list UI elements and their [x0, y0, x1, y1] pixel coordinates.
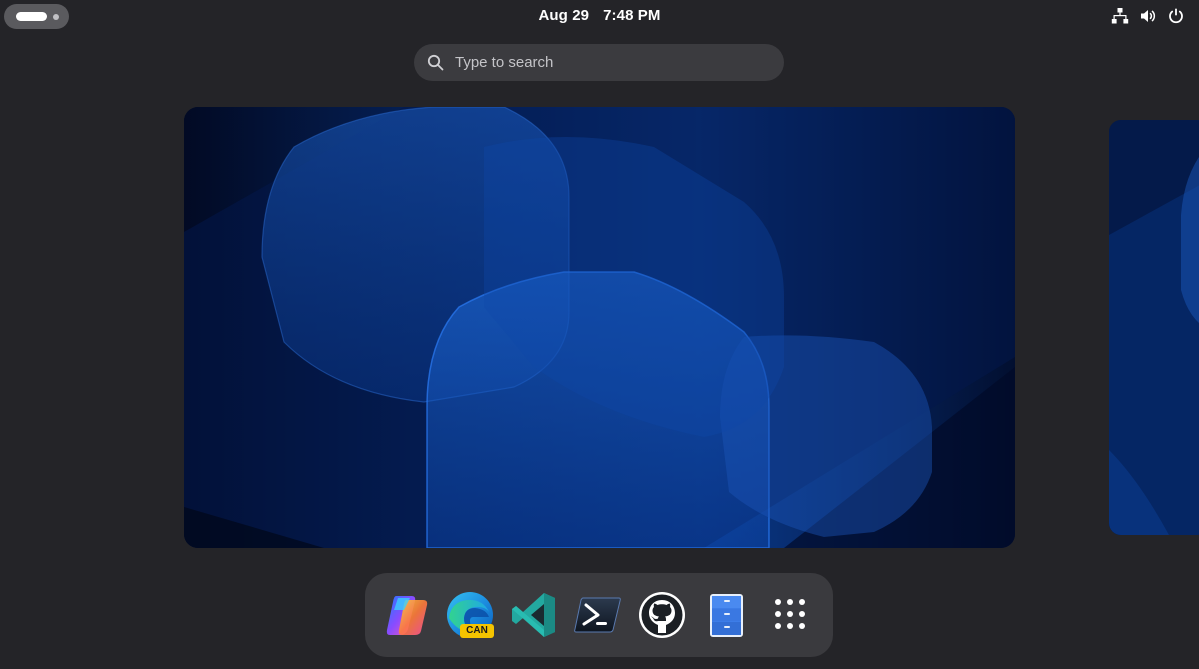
wallpaper-image-next	[1109, 120, 1199, 535]
canary-badge: CAN	[460, 624, 494, 638]
search-input[interactable]: Type to search	[414, 44, 784, 81]
file-cabinet-icon	[710, 594, 743, 637]
powershell-icon	[574, 597, 621, 633]
clock-button[interactable]: Aug 29 7:48 PM	[0, 7, 1199, 24]
dash-item-vscode[interactable]	[509, 590, 559, 640]
search-placeholder: Type to search	[455, 54, 554, 71]
show-apps-button[interactable]	[765, 590, 815, 640]
workspace-thumbnail-next[interactable]	[1109, 120, 1199, 535]
dash-item-powershell[interactable]	[573, 590, 623, 640]
workspace-thumbnail-current[interactable]	[184, 107, 1015, 548]
dash-item-edge-canary[interactable]: CAN	[445, 590, 495, 640]
clock-date: Aug 29	[538, 7, 590, 24]
github-icon	[639, 592, 685, 638]
power-icon[interactable]	[1167, 7, 1185, 25]
volume-icon[interactable]	[1139, 7, 1157, 25]
system-tray[interactable]	[1111, 6, 1185, 26]
network-icon[interactable]	[1111, 7, 1129, 25]
dash-item-files[interactable]	[701, 590, 751, 640]
top-bar: Aug 29 7:48 PM	[0, 0, 1199, 32]
search-icon	[427, 54, 444, 71]
clock-time: 7:48 PM	[603, 7, 661, 24]
app-grid-icon	[775, 599, 805, 629]
dash-item-copilot[interactable]	[382, 590, 432, 640]
dash-item-github[interactable]	[637, 590, 687, 640]
dash: CAN	[365, 573, 833, 657]
vscode-icon	[512, 593, 555, 637]
copilot-icon	[386, 596, 428, 635]
wallpaper-image	[184, 107, 1015, 548]
